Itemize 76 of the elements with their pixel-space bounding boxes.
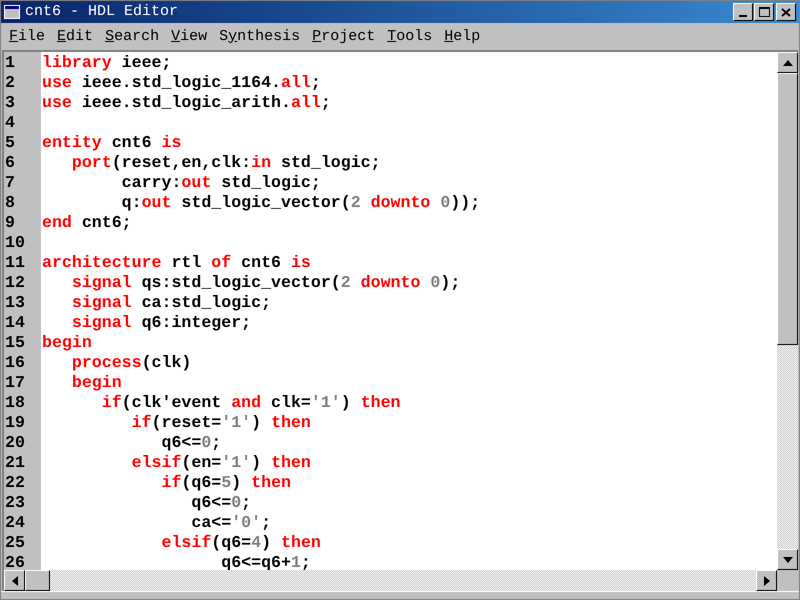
scroll-thumb[interactable] [777, 73, 798, 345]
scroll-up-button[interactable] [777, 52, 798, 73]
menu-item[interactable]: Search [99, 26, 166, 48]
left-arrow-icon [12, 576, 18, 586]
line-number: 16 [4, 353, 26, 373]
code-line: if(q6=5) then [160, 473, 291, 493]
minimize-icon [739, 15, 747, 17]
code-line: ca<='0'; [190, 513, 272, 533]
code-line: use ieee.std_logic_arith.all; [41, 93, 331, 113]
code-line: signal ca:std_logic; [70, 293, 272, 313]
line-number: 7 [4, 173, 16, 193]
code-line: signal qs:std_logic_vector(2 downto 0); [70, 273, 460, 293]
menu-item[interactable]: Project [306, 26, 382, 48]
code-line: begin [70, 373, 122, 393]
code-line: elsif(q6=4) then [160, 533, 321, 553]
line-number: 11 [4, 253, 26, 273]
code-line: elsif(en='1') then [130, 453, 311, 473]
scroll-right-button[interactable] [756, 570, 777, 591]
line-number: 20 [4, 433, 26, 453]
menu-item[interactable]: View [165, 26, 214, 48]
code-line: q6<=0; [190, 493, 252, 513]
code-line: process(clk) [70, 353, 192, 373]
code-line: begin [41, 333, 92, 353]
minimize-button[interactable] [733, 3, 753, 21]
scroll-thumb[interactable] [25, 570, 50, 591]
code-line: signal q6:integer; [70, 313, 252, 333]
line-number: 5 [4, 133, 16, 153]
maximize-button[interactable] [754, 3, 774, 21]
line-number: 23 [4, 493, 26, 513]
line-number: 14 [4, 313, 26, 333]
line-number: 4 [4, 113, 16, 133]
line-number: 8 [4, 193, 16, 213]
up-arrow-icon [782, 60, 792, 66]
code-line: if(clk'event and clk='1') then [100, 393, 401, 413]
window-icon [4, 5, 20, 19]
line-number: 21 [4, 453, 26, 473]
code-line: if(reset='1') then [130, 413, 311, 433]
code-line: port(reset,en,clk:in std_logic; [70, 153, 381, 173]
line-number: 10 [4, 233, 26, 253]
code-line: architecture rtl of cnt6 is [41, 253, 311, 273]
line-number: 24 [4, 513, 26, 533]
scroll-left-button[interactable] [4, 570, 25, 591]
line-number: 25 [4, 533, 26, 553]
line-number: 19 [4, 413, 26, 433]
line-number: 17 [4, 373, 26, 393]
window-title: cnt6 - HDL Editor [25, 2, 178, 22]
menu-item[interactable]: Edit [51, 26, 100, 48]
menu-item[interactable]: Help [438, 26, 486, 48]
code-line: entity cnt6 is [41, 133, 182, 153]
code-line: carry:out std_logic; [120, 173, 321, 193]
menu-item[interactable]: File [3, 26, 52, 48]
line-number: 12 [4, 273, 26, 293]
scroll-down-button[interactable] [777, 549, 798, 570]
code-line: q6<=0; [160, 433, 222, 453]
down-arrow-icon [782, 556, 792, 562]
code-line: end cnt6; [41, 213, 132, 233]
line-number: 15 [4, 333, 26, 353]
scrollbar-corner [777, 570, 798, 591]
line-number: 18 [4, 393, 26, 413]
maximize-icon [758, 7, 770, 17]
line-number: 13 [4, 293, 26, 313]
close-button[interactable] [776, 3, 796, 21]
line-number: 9 [4, 213, 16, 233]
close-icon [781, 8, 791, 16]
menu-item[interactable]: Synthesis [213, 26, 306, 48]
line-number: 1 [4, 53, 16, 73]
menu-item[interactable]: Tools [381, 26, 438, 48]
line-number: 26 [4, 553, 26, 570]
code-line: use ieee.std_logic_1164.all; [41, 73, 321, 93]
line-number: 2 [4, 73, 16, 93]
line-number: 6 [4, 153, 16, 173]
right-arrow-icon [764, 576, 770, 586]
code-line: q:out std_logic_vector(2 downto 0)); [120, 193, 480, 213]
line-number: 3 [4, 93, 16, 113]
code-line: library ieee; [41, 53, 172, 73]
line-number: 22 [4, 473, 26, 493]
